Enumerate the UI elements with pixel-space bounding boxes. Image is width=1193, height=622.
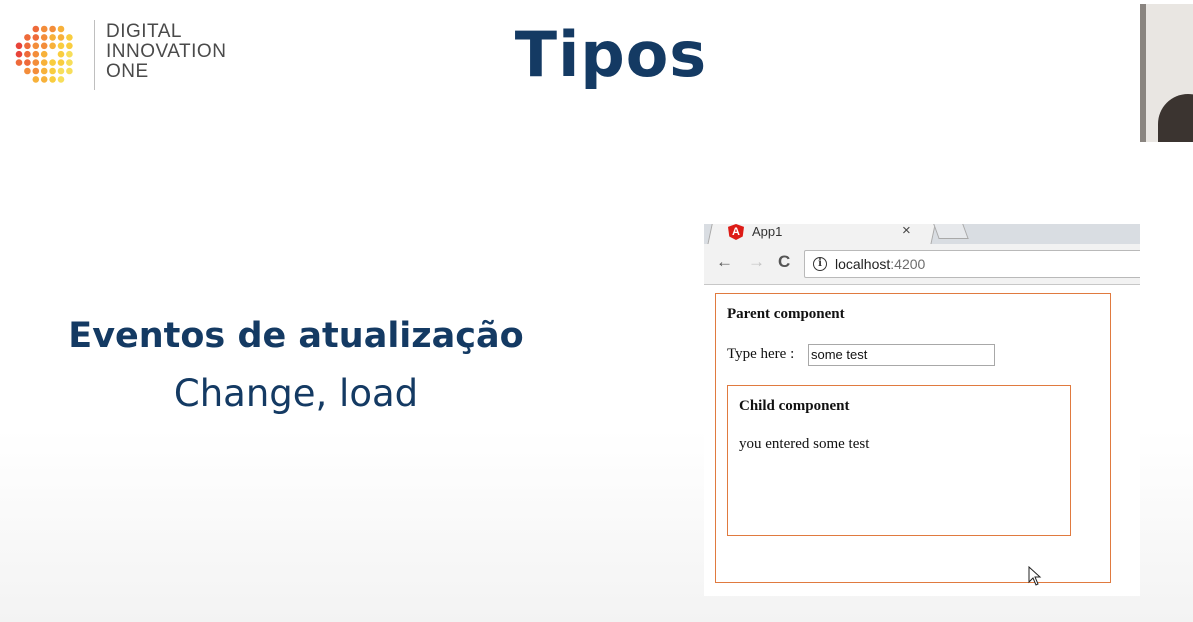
- reload-icon[interactable]: C: [778, 253, 790, 271]
- url-text[interactable]: localhost:4200: [835, 256, 925, 272]
- slide-title: Tipos: [514, 18, 708, 91]
- tab-title[interactable]: App1: [752, 224, 782, 240]
- forward-arrow-icon[interactable]: →: [748, 253, 765, 271]
- url-host: localhost: [835, 256, 891, 272]
- new-tab-button[interactable]: [933, 224, 969, 239]
- close-tab-icon[interactable]: ×: [902, 224, 911, 238]
- back-arrow-icon[interactable]: ←: [716, 253, 733, 271]
- presenter: [1158, 94, 1193, 142]
- child-component-text: you entered some test: [739, 436, 870, 452]
- browser-toolbar: ← → C i localhost:4200: [704, 244, 1140, 285]
- child-component-box: Child component you entered some test: [727, 385, 1071, 536]
- type-here-input[interactable]: some test: [808, 344, 995, 366]
- page-content: Parent component Type here : some test C…: [704, 285, 1140, 596]
- webcam-overlay: [1140, 4, 1193, 142]
- info-icon[interactable]: i: [813, 257, 827, 271]
- slide-subtitle-secondary: Change, load: [173, 372, 419, 415]
- address-bar[interactable]: i localhost:4200: [804, 250, 1140, 278]
- parent-component-box: Parent component Type here : some test C…: [715, 293, 1111, 586]
- browser-screenshot: A App1 × ← → C i localhost:4200 Parent c…: [704, 224, 1140, 596]
- url-port: :4200: [890, 256, 926, 272]
- type-here-label: Type here :: [727, 346, 795, 362]
- parent-component-title: Parent component: [727, 306, 845, 322]
- tab-bar: A App1 ×: [704, 224, 1140, 244]
- slide-subtitle: Eventos de atualização: [68, 316, 524, 356]
- child-component-title: Child component: [739, 398, 850, 414]
- mouse-cursor-icon: [1028, 566, 1042, 586]
- webcam-frame: [1140, 4, 1146, 142]
